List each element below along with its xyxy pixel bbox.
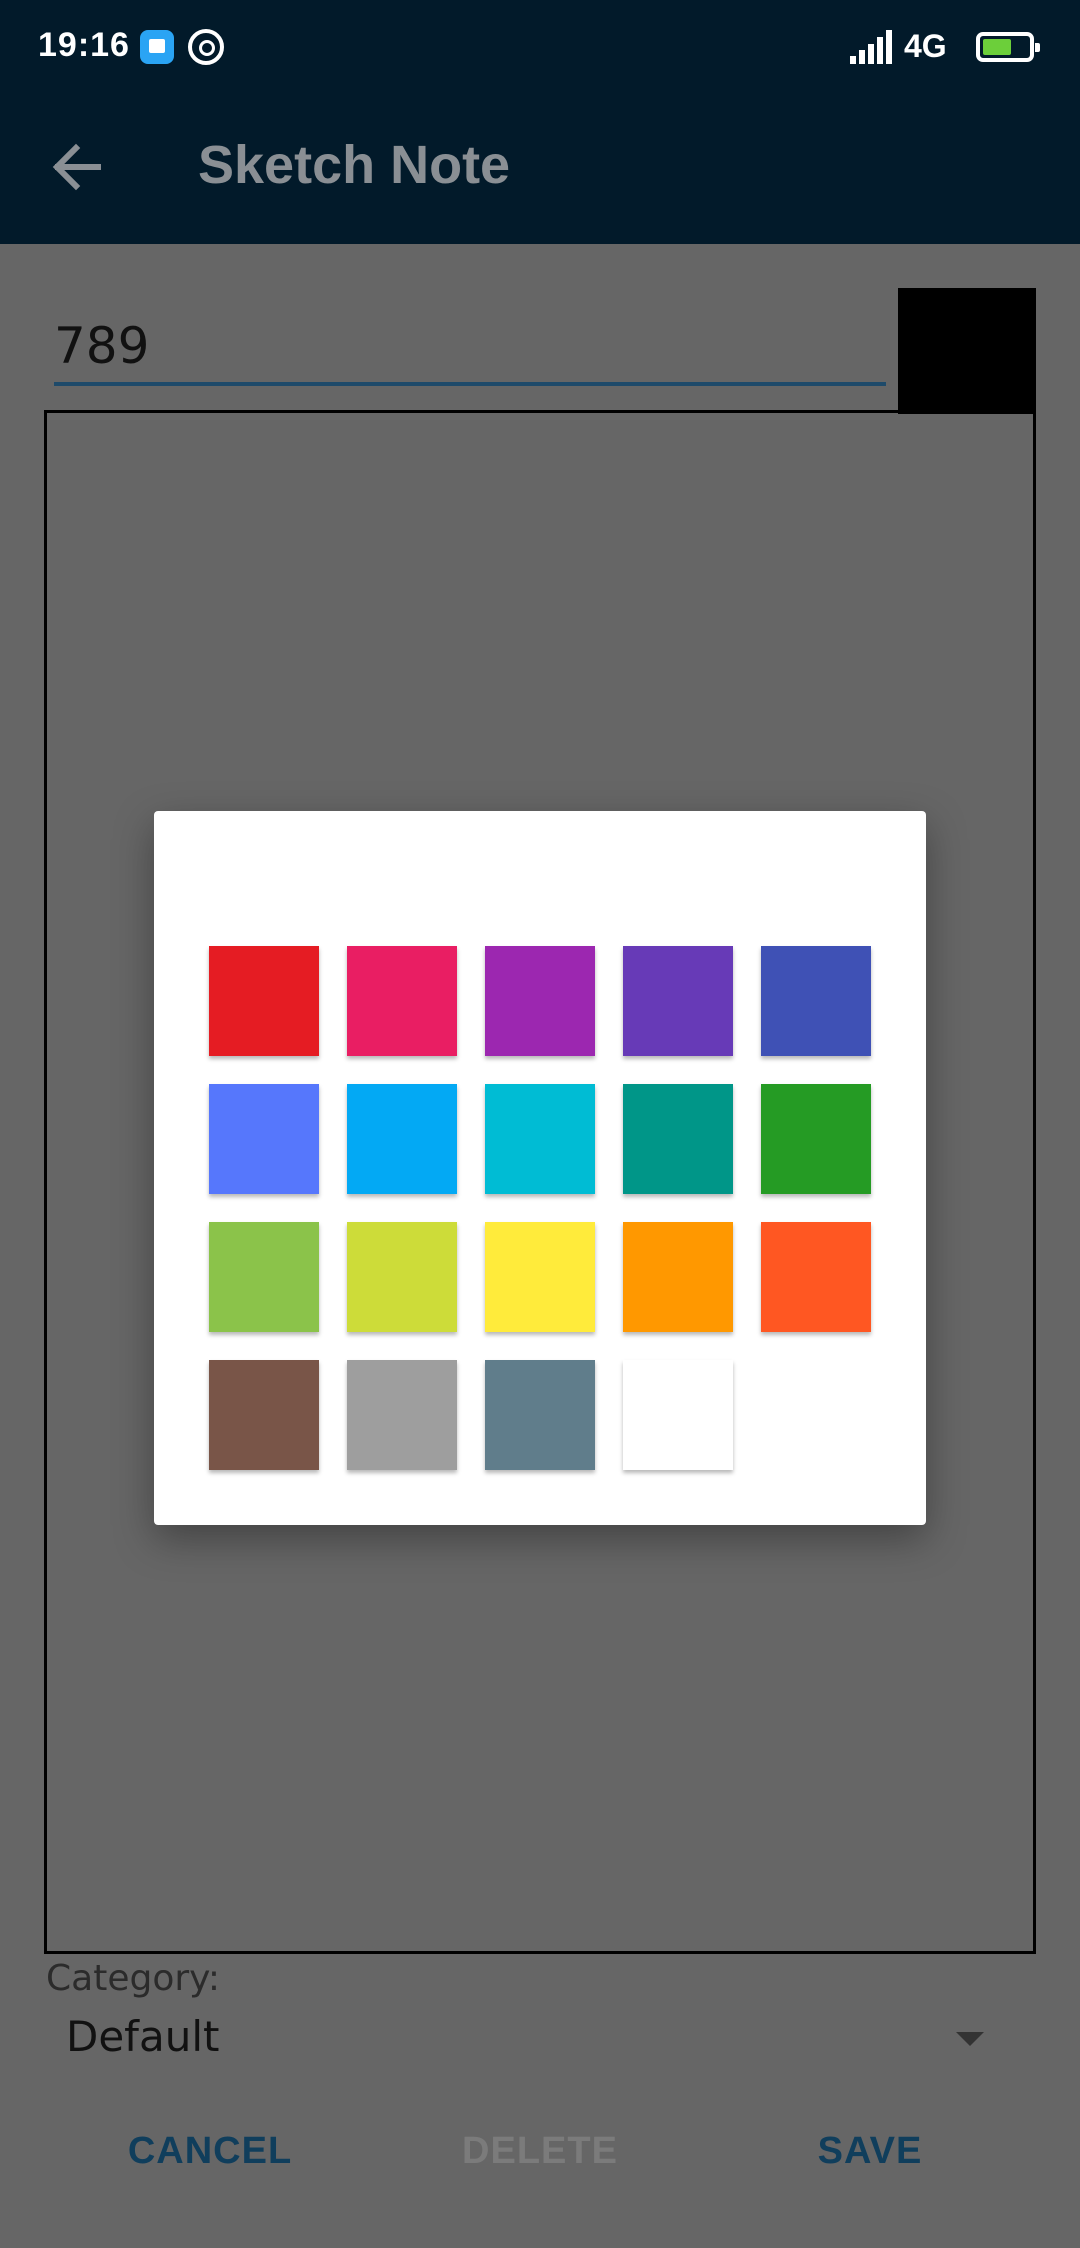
signal-icon — [850, 30, 892, 64]
color-option[interactable] — [623, 1360, 733, 1470]
color-option[interactable] — [209, 1084, 319, 1194]
app-bar: Sketch Note — [0, 96, 1080, 244]
color-option[interactable] — [623, 946, 733, 1056]
delete-button: DELETE — [462, 2130, 618, 2172]
color-option[interactable] — [761, 946, 871, 1056]
color-option[interactable] — [485, 1360, 595, 1470]
note-title-input[interactable] — [54, 310, 886, 386]
color-option[interactable] — [209, 946, 319, 1056]
color-picker-dialog — [154, 811, 926, 1525]
color-option[interactable] — [209, 1360, 319, 1470]
color-option[interactable] — [485, 946, 595, 1056]
color-option[interactable] — [761, 1222, 871, 1332]
color-option[interactable] — [623, 1084, 733, 1194]
arrow-left-icon[interactable] — [50, 140, 104, 194]
color-option[interactable] — [347, 1084, 457, 1194]
at-sign-icon — [188, 29, 224, 65]
color-option[interactable] — [347, 1360, 457, 1470]
category-select[interactable]: Default — [66, 2012, 219, 2061]
battery-charging-icon — [976, 32, 1040, 62]
app-title: Sketch Note — [198, 135, 511, 195]
status-time: 19:16 — [38, 26, 130, 64]
color-grid — [209, 946, 884, 1472]
color-option[interactable] — [347, 946, 457, 1056]
network-type: 4G — [904, 28, 947, 64]
color-option[interactable] — [485, 1222, 595, 1332]
dropdown-arrow-icon[interactable] — [956, 2032, 984, 2046]
save-button[interactable]: SAVE — [780, 2116, 960, 2186]
color-option[interactable] — [761, 1084, 871, 1194]
color-option[interactable] — [209, 1222, 319, 1332]
color-option[interactable] — [485, 1084, 595, 1194]
app-notification-icon — [140, 30, 174, 64]
category-label: Category: — [46, 1958, 220, 1999]
color-option[interactable] — [347, 1222, 457, 1332]
color-option[interactable] — [623, 1222, 733, 1332]
cancel-button[interactable]: CANCEL — [110, 2116, 310, 2186]
pen-color-button[interactable] — [898, 288, 1036, 414]
status-bar: 19:16 4G — [0, 0, 1080, 96]
